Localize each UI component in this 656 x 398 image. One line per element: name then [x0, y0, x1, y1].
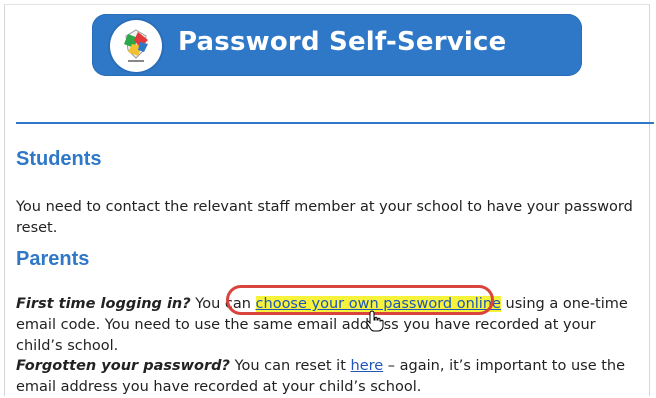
school-crest-icon: [110, 20, 162, 72]
first-time-text-before: You can: [190, 296, 256, 312]
first-time-paragraph: First time logging in? You can choose yo…: [16, 294, 646, 357]
forgotten-paragraph: Forgotten your password? You can reset i…: [16, 356, 646, 398]
hand-cursor-icon: [366, 310, 384, 337]
page-title: Password Self-Service: [178, 27, 507, 57]
first-time-question: First time logging in?: [16, 296, 191, 312]
divider: [16, 122, 654, 124]
students-instructions: You need to contact the relevant staff m…: [16, 199, 633, 236]
reset-here-link[interactable]: here: [351, 358, 384, 374]
forgotten-text-before: You can reset it: [229, 358, 351, 374]
students-heading: Students: [16, 148, 102, 170]
parents-heading: Parents: [16, 248, 90, 270]
forgotten-question: Forgotten your password?: [16, 358, 230, 374]
